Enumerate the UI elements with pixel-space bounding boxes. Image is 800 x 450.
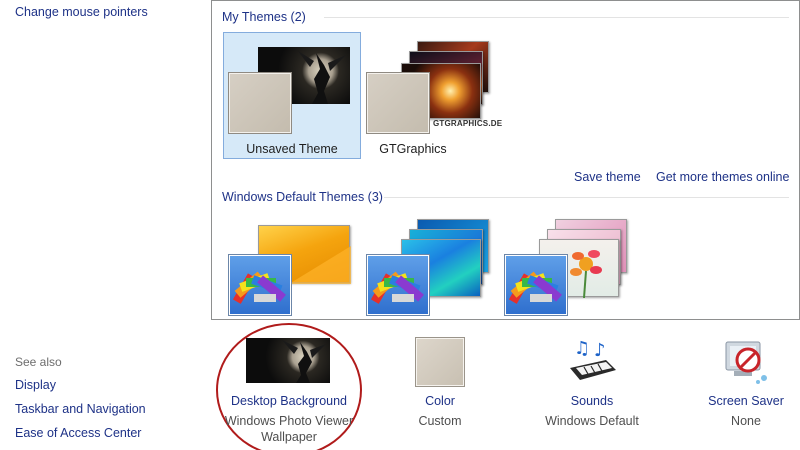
svg-text:♫: ♫ [574, 338, 590, 359]
screen-saver-icon [722, 338, 770, 386]
sounds-item[interactable]: ♫ ♪ Sounds Windows Default [532, 338, 652, 429]
desktop-background-title[interactable]: Desktop Background [219, 394, 359, 408]
get-more-themes-online-link[interactable]: Get more themes online [656, 170, 789, 184]
color-swatch-thumbnail [229, 73, 291, 133]
desktop-background-item[interactable]: Desktop Background Windows Photo Viewer … [219, 338, 359, 445]
my-themes-divider [324, 17, 789, 18]
gtgraphics-logo-text: GTGRAPHICS.DE [433, 119, 503, 128]
windows-default-themes-header: Windows Default Themes (3) [222, 190, 383, 204]
themes-list-panel: My Themes (2) Unsaved Theme GTGRAPHICS.D… [211, 0, 800, 320]
desktop-background-subtitle-2: Wallpaper [261, 430, 317, 444]
display-link[interactable]: Display [15, 378, 56, 392]
my-themes-header: My Themes (2) [222, 10, 306, 24]
desktop-background-subtitle: Windows Photo Viewer [224, 414, 354, 428]
sounds-title[interactable]: Sounds [532, 394, 652, 408]
change-mouse-pointers-link[interactable]: Change mouse pointers [15, 5, 148, 19]
color-item[interactable]: Color Custom [390, 338, 490, 429]
default-themes-divider [384, 197, 789, 198]
color-fan-icon [367, 255, 429, 315]
sounds-subtitle: Windows Default [545, 414, 639, 428]
color-fan-icon [229, 255, 291, 315]
color-fan-icon [505, 255, 567, 315]
taskbar-and-navigation-link[interactable]: Taskbar and Navigation [15, 402, 146, 416]
save-theme-link[interactable]: Save theme [574, 170, 641, 184]
ease-of-access-center-link[interactable]: Ease of Access Center [15, 426, 141, 440]
color-swatch-icon [416, 338, 464, 386]
color-subtitle: Custom [418, 414, 462, 428]
theme-lines-and-colors[interactable] [362, 214, 500, 319]
screen-saver-item[interactable]: Screen Saver None [700, 338, 792, 429]
theme-unsaved[interactable]: Unsaved Theme [223, 32, 361, 159]
theme-gtgraphics[interactable]: GTGRAPHICS.DE GTGraphics [362, 32, 503, 159]
theme-flowers[interactable] [500, 214, 638, 319]
screen-saver-title[interactable]: Screen Saver [700, 394, 792, 408]
color-swatch-thumbnail [367, 73, 429, 133]
svg-text:♪: ♪ [594, 340, 606, 361]
theme-windows[interactable] [223, 214, 361, 319]
theme-unsaved-label: Unsaved Theme [246, 142, 338, 156]
color-title[interactable]: Color [390, 394, 490, 408]
screen-saver-subtitle: None [731, 414, 761, 428]
desktop-background-thumbnail [246, 338, 330, 383]
sounds-icon: ♫ ♪ [566, 338, 618, 386]
theme-gtgraphics-label: GTGraphics [379, 142, 447, 156]
see-also-heading: See also [15, 355, 62, 369]
